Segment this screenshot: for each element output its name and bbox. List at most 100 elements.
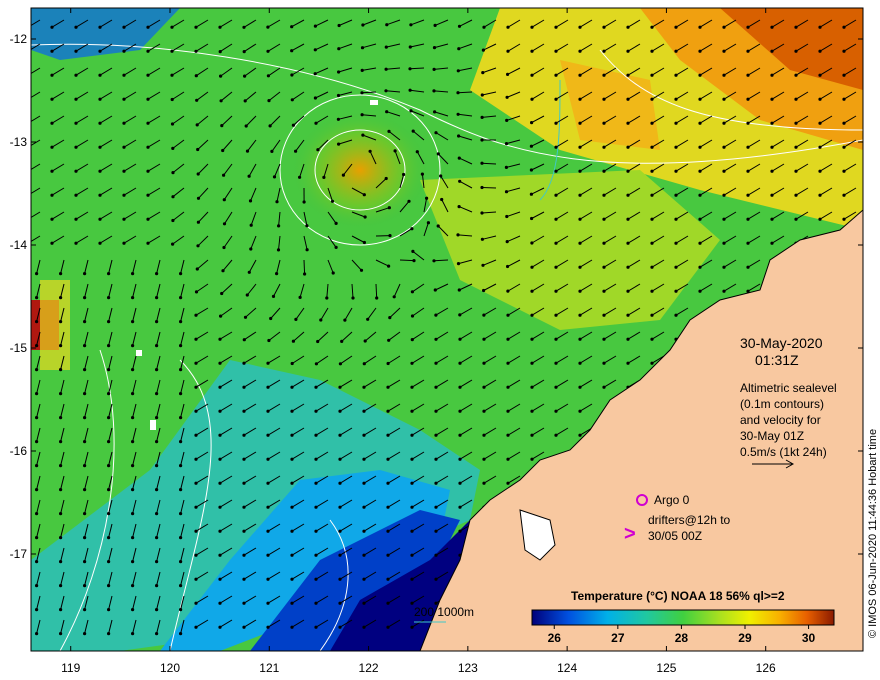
velocity-arrow-head [107,488,111,492]
velocity-arrow-head [362,457,366,461]
velocity-arrow-head [155,511,159,516]
velocity-arrow-head [554,73,558,77]
velocity-arrow-head [194,49,198,53]
velocity-arrow-head [746,241,750,245]
velocity-arrow-head [218,361,222,365]
velocity-arrow-head [220,291,224,296]
velocity-arrow-head [506,457,510,461]
velocity-arrow-head [818,145,822,149]
annotation-time: 01:31Z [755,352,799,368]
velocity-arrow-head [179,296,183,300]
velocity-arrow-head [98,193,102,197]
velocity-arrow-head [35,440,39,444]
velocity-arrow-head [674,121,678,125]
velocity-arrow-head [434,577,438,581]
velocity-arrow-head [818,73,822,77]
velocity-arrow-head [674,193,678,197]
velocity-arrow-head [170,122,175,126]
velocity-arrow-head [305,224,309,228]
velocity-arrow-head [195,267,199,271]
velocity-arrow-head [530,433,534,437]
velocity-arrow-head [458,313,462,317]
velocity-arrow-head [194,290,199,294]
velocity-arrow-head [26,170,29,173]
velocity-arrow-head [35,416,39,420]
velocity-arrow-head [434,553,438,557]
velocity-arrow-head [83,296,87,300]
velocity-arrow-head [602,217,606,221]
velocity-arrow-head [155,536,159,540]
velocity-arrow-head [363,215,367,219]
x-tick-label: 122 [359,661,379,675]
velocity-arrow-head [698,97,702,101]
velocity-arrow-head [179,464,183,468]
velocity-arrow-head [290,409,294,413]
velocity-arrow-head [131,560,135,564]
velocity-arrow-head [410,577,414,581]
velocity-arrow-head [337,23,341,28]
velocity-arrow-head [194,337,198,341]
velocity-arrow-head [290,25,294,29]
velocity-arrow-head [74,73,78,77]
velocity-arrow-head [794,169,798,173]
velocity-arrow-head [294,317,298,321]
velocity-arrow-head [170,49,174,53]
velocity-arrow-head [98,145,102,149]
velocity-arrow-head [359,268,364,272]
velocity-arrow-head [316,339,320,344]
velocity-arrow-head [194,505,198,509]
velocity-arrow-head [266,361,270,365]
velocity-arrow-head [362,577,366,581]
velocity-arrow-head [146,49,150,53]
velocity-arrow-head [402,172,406,177]
velocity-arrow-head [578,265,582,269]
velocity-arrow-head [131,368,135,372]
velocity-arrow-head [242,577,246,581]
velocity-arrow-head [362,529,366,533]
velocity-arrow-head [35,296,39,300]
velocity-arrow-head [122,49,126,53]
velocity-arrow-head [698,169,702,173]
velocity-arrow-head [554,97,558,101]
velocity-arrow-head [35,608,39,612]
velocity-arrow-head [242,457,246,461]
velocity-arrow-head [338,577,342,581]
velocity-arrow-head [578,313,582,317]
velocity-arrow-head [35,464,39,468]
velocity-arrow-head [650,313,654,317]
velocity-arrow-head [266,49,270,53]
velocity-arrow-head [155,608,159,612]
velocity-arrow-head [245,149,250,153]
velocity-arrow-head [146,145,150,149]
velocity-arrow-head [842,121,846,125]
velocity-arrow-head [434,361,438,365]
velocity-arrow-head [155,560,159,564]
velocity-arrow-head [155,272,159,276]
velocity-arrow-head [155,416,159,420]
colorbar-title: Temperature (°C) NOAA 18 56% ql>=2 [571,589,785,603]
velocity-arrow-head [338,385,342,389]
velocity-arrow-head [338,433,342,437]
velocity-arrow-head [242,433,246,437]
velocity-arrow-head [386,361,390,366]
velocity-arrow-head [218,50,222,54]
velocity-arrow-head [602,121,606,125]
cloud-speck [150,420,156,430]
velocity-arrow-head [457,288,461,292]
velocity-arrow-head [698,217,702,221]
velocity-arrow-head [388,234,392,238]
velocity-arrow-head [122,73,126,77]
velocity-arrow-head [482,385,486,389]
velocity-arrow-head [222,245,226,250]
velocity-arrow-head [26,122,29,125]
velocity-arrow-head [107,416,111,420]
velocity-arrow-head [219,74,223,78]
velocity-arrow-head [794,97,798,101]
velocity-arrow-head [338,505,342,509]
velocity-arrow-head [266,457,270,461]
velocity-arrow-head [218,625,222,629]
velocity-arrow-head [410,481,414,485]
velocity-arrow-head [26,50,29,53]
velocity-arrow-head [338,362,342,366]
velocity-arrow-head [59,464,63,468]
